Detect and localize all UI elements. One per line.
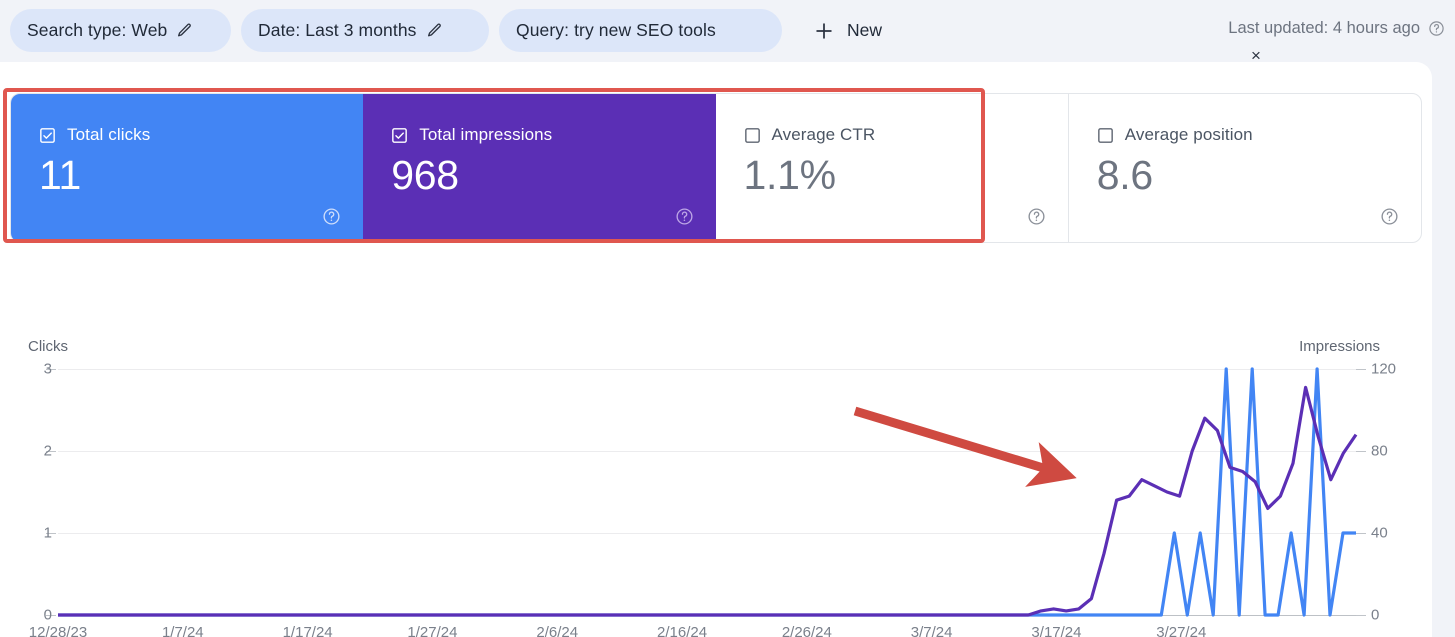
add-new-filter-label: New	[847, 20, 883, 40]
x-axis-tick-label: 2/6/24	[536, 624, 579, 637]
metric-card-title: Average position	[1124, 125, 1253, 144]
x-axis-tick-label: 2/26/24	[781, 624, 832, 637]
x-axis-tick-label: 3/27/24	[1156, 624, 1207, 637]
help-icon[interactable]	[675, 207, 694, 226]
filter-chip-query[interactable]: Query: try new SEO tools ×	[499, 9, 1261, 64]
x-axis-tick-label: 3/17/24	[1031, 624, 1082, 637]
metric-card-average-position[interactable]: Average position 8.6	[1069, 94, 1421, 242]
x-axis-tick-label: 1/7/24	[161, 624, 204, 637]
performance-panel: Total clicks 11 Total impressions 968 Av…	[0, 62, 1432, 637]
metric-card-header: Total clicks	[39, 125, 363, 145]
help-icon[interactable]	[1428, 20, 1445, 37]
x-axis-tick-label: 2/16/24	[657, 624, 708, 637]
add-new-filter-button[interactable]: New	[803, 9, 892, 52]
metric-cards-row: Total clicks 11 Total impressions 968 Av…	[10, 93, 1422, 243]
metric-card-header: Total impressions	[391, 125, 715, 145]
help-icon[interactable]	[1027, 207, 1046, 226]
metric-card-value: 8.6	[1096, 152, 1153, 198]
metric-card-total-clicks[interactable]: Total clicks 11	[11, 94, 364, 242]
pencil-icon[interactable]	[426, 22, 443, 39]
metric-card-value: 11	[39, 152, 81, 198]
performance-chart: Clicks Impressions 0 0 1 40 2 80 3 120 12/28/23…	[0, 322, 1432, 637]
metric-card-value: 968	[391, 152, 459, 198]
filter-bar: Search type: Web Date: Last 3 months Que…	[0, 0, 1455, 64]
filter-chip-label: Date: Last 3 months	[258, 20, 417, 40]
last-updated-text: Last updated: 4 hours ago	[1228, 19, 1420, 37]
x-axis-tick-label: 1/27/24	[407, 624, 458, 637]
help-icon[interactable]	[322, 207, 341, 226]
chart-series-lines	[58, 367, 1358, 617]
plus-icon	[813, 20, 835, 42]
metric-card-title: Average CTR	[771, 125, 876, 144]
x-axis-tick-label: 1/17/24	[282, 624, 333, 637]
x-axis-tick-label: 12/28/23	[28, 624, 88, 637]
help-icon[interactable]	[1380, 207, 1399, 226]
metric-card-average-ctr[interactable]: Average CTR 1.1%	[716, 94, 1069, 242]
checkbox-unchecked-icon[interactable]	[1097, 127, 1114, 144]
last-updated-status: Last updated: 4 hours ago	[1228, 19, 1445, 38]
filter-chip-search-type[interactable]: Search type: Web	[10, 9, 231, 52]
checkbox-checked-icon[interactable]	[391, 127, 408, 144]
metric-card-value: 1.1%	[743, 152, 837, 198]
checkbox-checked-icon[interactable]	[39, 127, 56, 144]
x-axis-tick-label: 3/7/24	[910, 624, 953, 637]
metric-card-title: Total clicks	[67, 125, 151, 144]
metric-card-total-impressions[interactable]: Total impressions 968	[363, 94, 716, 242]
filter-chip-date[interactable]: Date: Last 3 months	[241, 9, 489, 52]
pencil-icon[interactable]	[176, 22, 193, 39]
filter-chip-label: Search type: Web	[27, 20, 168, 40]
series-line-impressions	[58, 385, 1358, 617]
filter-chip-label: Query: try new SEO tools	[516, 20, 716, 40]
metric-card-title: Total impressions	[419, 125, 553, 144]
metric-card-header: Average CTR	[744, 125, 1068, 145]
series-line-clicks	[58, 367, 1356, 617]
search-performance-page: Search type: Web Date: Last 3 months Que…	[0, 0, 1455, 637]
checkbox-unchecked-icon[interactable]	[744, 127, 761, 144]
metric-card-header: Average position	[1097, 125, 1421, 145]
